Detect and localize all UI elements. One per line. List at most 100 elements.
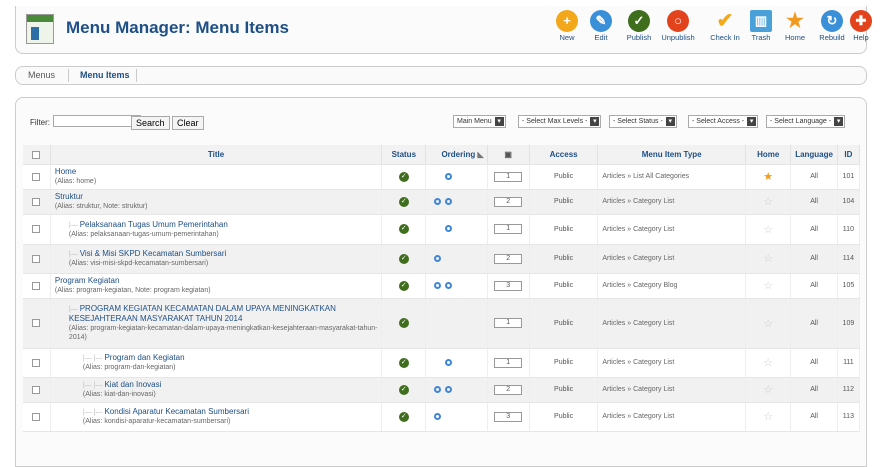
col-home[interactable]: Home <box>745 145 792 165</box>
home-star-icon[interactable]: ☆ <box>763 384 773 396</box>
item-title-link[interactable]: Program dan Kegiatan <box>104 353 184 362</box>
order-input[interactable]: 2 <box>494 196 523 207</box>
trash-button[interactable]: ▥ Trash <box>742 10 780 42</box>
move-down-icon[interactable] <box>445 281 453 289</box>
submenu-menus[interactable]: Menus <box>28 70 55 80</box>
item-title-link[interactable]: Home <box>55 167 76 176</box>
order-input[interactable]: 2 <box>494 384 523 395</box>
home-star-icon[interactable]: ★ <box>763 171 773 183</box>
new-button[interactable]: + New <box>548 10 586 42</box>
unpublish-button[interactable]: ○ Unpublish <box>659 10 697 42</box>
home-star-icon[interactable]: ☆ <box>763 224 773 236</box>
item-alias: (Alias: program-dan-kegiatan) <box>82 364 176 371</box>
row-checkbox[interactable] <box>32 172 41 181</box>
published-icon[interactable]: ✓ <box>398 280 409 291</box>
home-star-icon[interactable]: ☆ <box>763 357 773 369</box>
id-cell: 113 <box>837 402 861 432</box>
move-up-icon[interactable] <box>434 281 442 289</box>
move-down-icon[interactable] <box>445 358 453 366</box>
published-icon[interactable]: ✓ <box>398 318 409 328</box>
item-alias: (Alias: kiat-dan-inovasi) <box>82 391 156 398</box>
item-title-link[interactable]: PROGRAM KEGIATAN KECAMATAN DALAM UPAYA M… <box>69 304 336 323</box>
row-checkbox[interactable] <box>32 412 41 421</box>
row-checkbox[interactable] <box>32 319 41 327</box>
home-button[interactable]: ★ Home <box>776 10 814 42</box>
ordering-arrows-cell <box>425 348 488 378</box>
publish-button[interactable]: ✓ Publish <box>620 10 658 42</box>
home-cell: ☆ <box>745 348 792 378</box>
type-cell: Articles » Category Blog <box>597 273 747 299</box>
item-title-link[interactable]: Visi & Misi SKPD Kecamatan Sumbersari <box>80 249 227 258</box>
published-icon[interactable]: ✓ <box>398 253 409 264</box>
search-button[interactable]: Search <box>131 116 170 130</box>
order-input[interactable]: 1 <box>494 171 523 182</box>
item-title-link[interactable]: Struktur <box>55 192 83 201</box>
home-star-icon[interactable]: ☆ <box>763 411 773 423</box>
move-up-icon[interactable] <box>434 412 442 420</box>
published-icon[interactable]: ✓ <box>398 171 409 182</box>
col-access[interactable]: Access <box>529 145 599 165</box>
select-status[interactable]: - Select Status - <box>609 115 677 128</box>
submenu-menu-items[interactable]: Menu Items <box>80 70 130 80</box>
home-star-icon[interactable]: ☆ <box>763 196 773 208</box>
order-input[interactable]: 1 <box>494 224 523 234</box>
save-order-cell: ▣ <box>487 145 530 165</box>
edit-button[interactable]: ✎ Edit <box>582 10 620 42</box>
col-id[interactable]: ID <box>837 145 861 165</box>
checkin-button[interactable]: ✔ Check In <box>706 10 744 42</box>
order-input[interactable]: 3 <box>494 280 523 291</box>
item-title-link[interactable]: Kondisi Aparatur Kecamatan Sumbersari <box>104 407 249 416</box>
row-checkbox[interactable] <box>32 197 41 206</box>
level-prefix: |— |— <box>82 409 103 416</box>
col-language[interactable]: Language <box>790 145 838 165</box>
published-icon[interactable]: ✓ <box>398 196 409 207</box>
col-title[interactable]: Title <box>50 145 383 165</box>
type-cell: Articles » List All Categories <box>597 164 747 190</box>
move-up-icon[interactable] <box>434 385 442 393</box>
published-icon[interactable]: ✓ <box>398 411 409 422</box>
col-ordering[interactable]: Ordering ◣ <box>425 145 488 165</box>
item-title-link[interactable]: Program Kegiatan <box>55 276 119 285</box>
item-title-link[interactable]: Kiat dan Inovasi <box>104 380 161 389</box>
save-order-icon[interactable]: ▣ <box>504 150 512 159</box>
type-cell: Articles » Category List <box>597 298 747 349</box>
row-checkbox[interactable] <box>32 225 41 233</box>
move-up-icon[interactable] <box>434 197 442 205</box>
order-input[interactable]: 1 <box>494 357 523 368</box>
language-cell: All <box>790 348 838 378</box>
select-all-checkbox[interactable] <box>32 150 41 159</box>
help-button[interactable]: ✚ Help <box>842 10 880 42</box>
order-input[interactable]: 1 <box>494 318 523 328</box>
order-input[interactable]: 2 <box>494 253 523 264</box>
home-star-icon[interactable]: ☆ <box>763 253 773 265</box>
select-access[interactable]: - Select Access - <box>688 115 759 128</box>
col-status[interactable]: Status <box>381 145 427 165</box>
row-checkbox[interactable] <box>32 281 41 290</box>
order-input[interactable]: 3 <box>494 411 523 422</box>
home-star-icon[interactable]: ☆ <box>763 280 773 292</box>
move-up-icon[interactable] <box>434 254 442 262</box>
select-menu[interactable]: Main Menu <box>453 115 506 128</box>
item-title-link[interactable]: Pelaksanaan Tugas Umum Pemerintahan <box>80 220 228 229</box>
move-down-icon[interactable] <box>445 225 453 233</box>
language-cell: All <box>790 298 838 349</box>
row-checkbox[interactable] <box>32 254 41 263</box>
row-checkbox[interactable] <box>32 358 41 367</box>
row-checkbox[interactable] <box>32 385 41 394</box>
move-down-icon[interactable] <box>445 197 453 205</box>
clear-button[interactable]: Clear <box>172 116 204 130</box>
move-down-icon[interactable] <box>445 172 453 180</box>
move-down-icon[interactable] <box>445 385 453 393</box>
select-max-levels[interactable]: - Select Max Levels - <box>518 115 602 128</box>
filter-input[interactable] <box>53 115 141 127</box>
published-icon[interactable]: ✓ <box>398 224 409 234</box>
published-icon[interactable]: ✓ <box>398 384 409 395</box>
table-row: Struktur (Alias: struktur, Note: struktur… <box>23 189 861 215</box>
published-icon[interactable]: ✓ <box>398 357 409 368</box>
col-menu-item-type[interactable]: Menu Item Type <box>597 145 747 165</box>
select-language[interactable]: - Select Language - <box>766 115 846 128</box>
access-cell: Public <box>529 402 599 432</box>
order-input-cell: 1 <box>487 164 530 190</box>
home-star-icon[interactable]: ☆ <box>763 318 773 330</box>
language-cell: All <box>790 189 838 215</box>
